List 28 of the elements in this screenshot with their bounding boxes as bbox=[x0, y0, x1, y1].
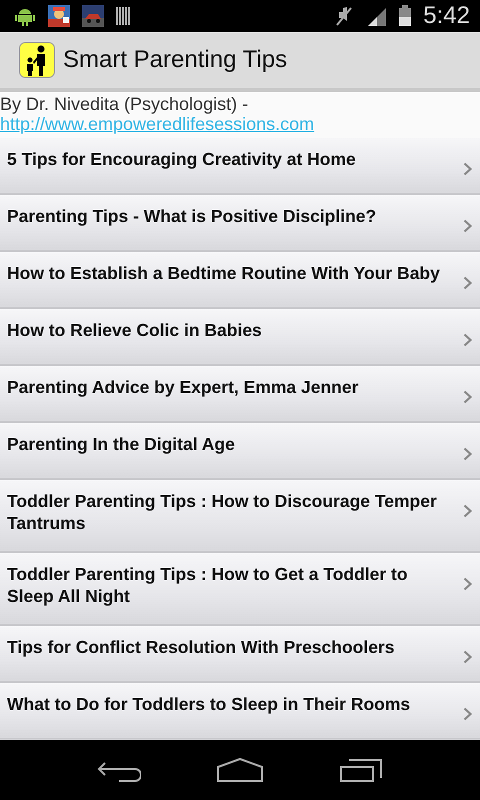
article-item[interactable]: How to Relieve Colic in Babies bbox=[0, 309, 480, 366]
chevron-right-icon bbox=[463, 707, 472, 721]
battery-icon bbox=[399, 5, 412, 27]
home-icon[interactable] bbox=[216, 757, 264, 783]
article-item[interactable]: 5 Tips for Encouraging Creativity at Home bbox=[0, 138, 480, 195]
article-item[interactable]: What to Do for Toddlers to Sleep in Their Rooms bbox=[0, 683, 480, 740]
chevron-right-icon bbox=[463, 650, 472, 664]
chevron-right-icon bbox=[463, 577, 472, 591]
article-item[interactable]: Parenting Tips - What is Positive Discipline? bbox=[0, 195, 480, 252]
barcode-icon bbox=[116, 5, 130, 27]
chevron-right-icon bbox=[463, 276, 472, 290]
chevron-right-icon bbox=[463, 390, 472, 404]
recent-apps-icon[interactable] bbox=[338, 757, 383, 783]
article-item[interactable]: Toddler Parenting Tips : How to Get a Toddler to Sleep All Night bbox=[0, 553, 480, 626]
parent-and-child-icon bbox=[19, 42, 55, 78]
chevron-right-icon bbox=[463, 219, 472, 233]
article-item[interactable]: How to Establish a Bedtime Routine With Your Baby bbox=[0, 252, 480, 309]
chevron-right-icon bbox=[463, 504, 472, 518]
article-item[interactable]: Toddler Parenting Tips : How to Discourage Temper Tantrums bbox=[0, 480, 480, 553]
app-title: Smart Parenting Tips bbox=[63, 46, 288, 74]
author-byline: By Dr. Nivedita (Psychologist) - http://www.empoweredlifesessions.com bbox=[0, 92, 480, 138]
chevron-right-icon bbox=[463, 447, 472, 461]
article-item[interactable]: Parenting In the Digital Age bbox=[0, 423, 480, 480]
chevron-right-icon bbox=[463, 333, 472, 347]
article-item[interactable]: Tips for Conflict Resolution With Preschoolers bbox=[0, 626, 480, 683]
clock-time: 5:42 bbox=[423, 2, 470, 30]
article-item[interactable]: Parenting Advice by Expert, Emma Jenner bbox=[0, 366, 480, 423]
chevron-right-icon bbox=[463, 162, 472, 176]
